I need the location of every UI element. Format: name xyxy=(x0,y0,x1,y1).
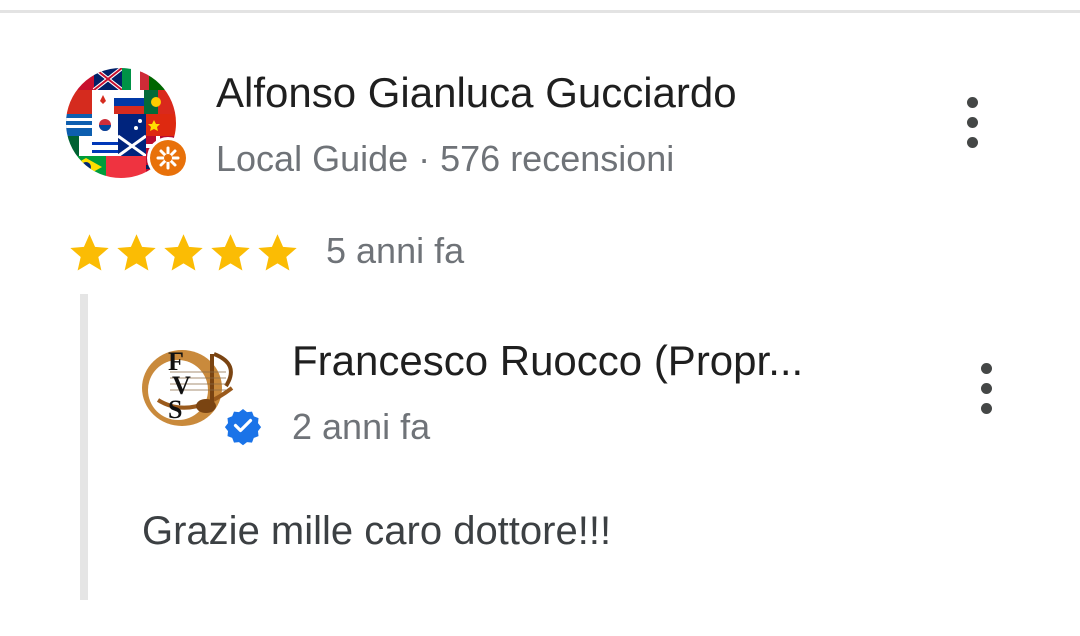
divider xyxy=(0,10,1080,13)
svg-text:S: S xyxy=(168,395,182,424)
reviewer-meta: Local Guide · 576 recensioni xyxy=(216,138,675,179)
star-icon xyxy=(117,234,156,271)
star-icon xyxy=(258,234,297,271)
more-vert-icon xyxy=(980,362,992,374)
review-date: 5 anni fa xyxy=(326,230,465,271)
review-card: Alfonso Gianluca Gucciardo Local Guide ·… xyxy=(0,0,1080,636)
owner-reply-text: Grazie mille caro dottore!!! xyxy=(142,509,612,553)
star-rating xyxy=(66,230,301,276)
reply-indent-bar xyxy=(80,294,88,600)
verified-badge-icon xyxy=(222,406,264,446)
more-vert-icon xyxy=(966,96,978,108)
star-icon xyxy=(211,234,250,271)
reply-menu-button[interactable] xyxy=(971,358,1001,418)
owner-name[interactable]: Francesco Ruocco (Propr... xyxy=(292,336,803,386)
star-icon xyxy=(70,234,109,271)
star-icon xyxy=(164,234,203,271)
local-guide-badge-icon xyxy=(147,137,189,179)
owner-reply-date: 2 anni fa xyxy=(292,406,431,447)
review-menu-button[interactable] xyxy=(957,92,987,152)
reviewer-name[interactable]: Alfonso Gianluca Gucciardo xyxy=(216,68,737,118)
